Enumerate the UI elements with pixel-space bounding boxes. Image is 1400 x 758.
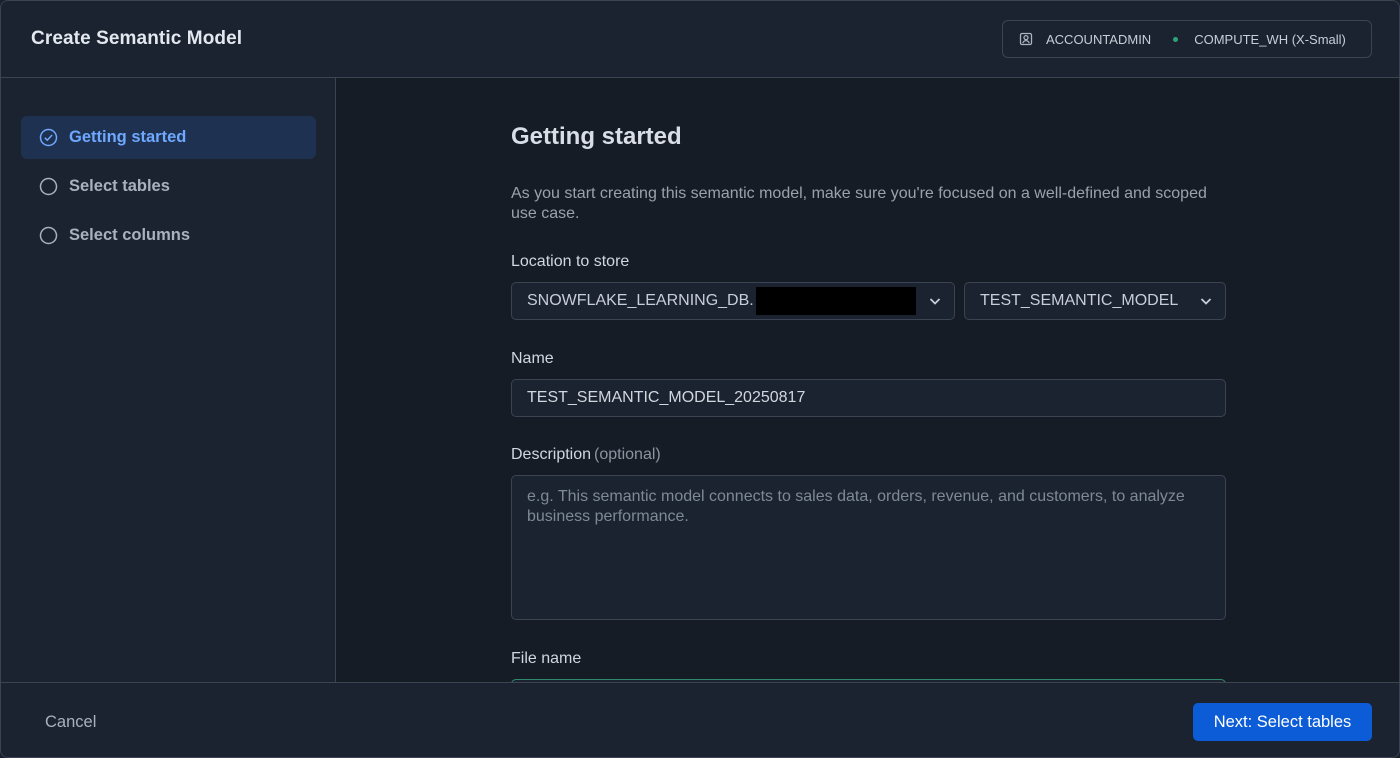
step-label: Select columns [69, 226, 191, 244]
location-label: Location to store [511, 253, 630, 270]
optional-tag: (optional) [594, 446, 661, 463]
circle-icon [39, 226, 58, 245]
step-label: Getting started [69, 128, 187, 146]
redacted-block [755, 287, 916, 315]
chevron-down-icon [928, 294, 942, 308]
description-textarea[interactable]: e.g. This semantic model connects to sal… [511, 475, 1226, 620]
warehouse-name: COMPUTE_WH (X-Small) [1194, 31, 1346, 47]
dialog-header: Create Semantic Model ACCOUNTADMIN COMPU… [1, 1, 1399, 78]
main-panel[interactable]: Getting started As you start creating th… [336, 78, 1399, 682]
step-select-columns[interactable]: Select columns [21, 214, 316, 257]
role-name: ACCOUNTADMIN [1046, 31, 1152, 47]
dialog-footer: Cancel Next: Select tables [1, 682, 1399, 757]
description-label-text: Description [511, 446, 592, 463]
step-select-tables[interactable]: Select tables [21, 165, 316, 208]
description-placeholder: e.g. This semantic model connects to sal… [527, 488, 1185, 525]
create-semantic-model-dialog: Create Semantic Model ACCOUNTADMIN COMPU… [0, 0, 1400, 758]
name-value: TEST_SEMANTIC_MODEL_20250817 [527, 389, 806, 406]
database-schema-select[interactable]: SNOWFLAKE_LEARNING_DB. [511, 282, 955, 320]
circle-icon [39, 177, 58, 196]
context-selector[interactable]: ACCOUNTADMIN COMPUTE_WH (X-Small) [1002, 20, 1372, 58]
step-getting-started[interactable]: Getting started [21, 116, 316, 159]
database-value: SNOWFLAKE_LEARNING_DB. [527, 292, 754, 309]
steps-sidebar: Getting started Select tables Select col… [1, 78, 336, 682]
stage-value: TEST_SEMANTIC_MODEL [980, 292, 1179, 309]
chevron-down-icon [1199, 294, 1213, 308]
file-name-label: File name [511, 650, 582, 667]
page-title: Getting started [511, 123, 682, 150]
description-label: Description (optional) [511, 446, 661, 464]
check-circle-icon [39, 128, 58, 147]
name-input[interactable]: TEST_SEMANTIC_MODEL_20250817 [511, 379, 1226, 417]
dialog-title: Create Semantic Model [31, 28, 243, 49]
next-select-tables-button[interactable]: Next: Select tables [1193, 703, 1372, 741]
status-dot-icon [1173, 36, 1179, 42]
cancel-button[interactable]: Cancel [45, 713, 96, 732]
step-label: Select tables [69, 177, 170, 195]
user-role-icon [1019, 32, 1033, 46]
stage-select[interactable]: TEST_SEMANTIC_MODEL [964, 282, 1226, 320]
intro-text: As you start creating this semantic mode… [511, 185, 1207, 222]
name-label: Name [511, 350, 554, 367]
